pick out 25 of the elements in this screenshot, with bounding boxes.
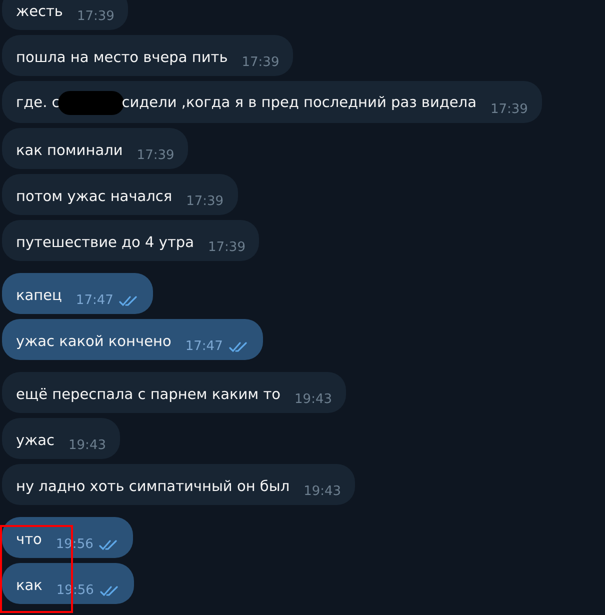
message-time: 17:39 <box>136 148 174 164</box>
message-text: капец <box>16 287 62 306</box>
message-text: ну ладно хоть симпатичный он был <box>16 478 290 497</box>
message-time: 19:43 <box>68 438 106 454</box>
message-text: где. с <box>16 94 60 113</box>
message-text: сидели ,когда я в пред последний раз видела <box>122 94 476 113</box>
message-text: жесть <box>16 3 63 22</box>
message-text: что <box>16 531 42 550</box>
message-text: ещё переспала с парнем каким то <box>16 386 281 405</box>
message-time: 17:39 <box>490 102 528 118</box>
message-text: ужас какой кончено <box>16 333 172 352</box>
message-time: 17:47 <box>76 293 114 309</box>
message-time: 17:39 <box>242 55 280 71</box>
message-time: 17:47 <box>185 339 223 355</box>
message-text: путешествие до 4 утра <box>16 234 194 253</box>
message-time: 19:43 <box>304 484 342 500</box>
message-text: пошла на место вчера пить <box>16 49 228 68</box>
message-time: 17:39 <box>186 194 224 210</box>
message-time: 19:43 <box>294 392 332 408</box>
message-time: 17:39 <box>76 9 114 25</box>
message-text: как поминали <box>16 142 123 161</box>
message-text: потом ужас начался <box>16 188 172 207</box>
message-text: ужас <box>16 432 55 451</box>
message-time: 17:39 <box>208 240 246 256</box>
message-text: как <box>16 577 42 596</box>
